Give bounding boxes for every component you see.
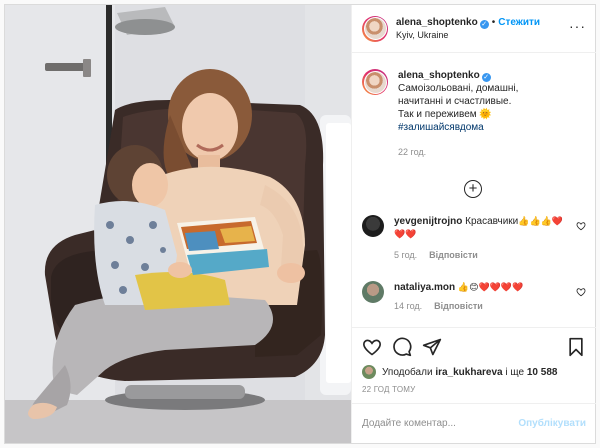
likes-summary: Уподобали ira_kukhareva і ще 10 588: [362, 365, 557, 379]
heart-icon[interactable]: [362, 337, 382, 357]
more-options-icon[interactable]: ···: [569, 19, 586, 33]
comment-input[interactable]: [362, 418, 519, 429]
liker-avatar[interactable]: [362, 365, 376, 379]
likes-prefix: Уподобали: [382, 366, 433, 378]
action-bar: [352, 327, 596, 363]
post-photo[interactable]: [5, 5, 351, 443]
comment-emoji: 👍😊❤️❤️❤️❤️: [457, 282, 524, 292]
post-details-panel: alena_shoptenko ✓ • Стежити Kyiv, Ukraine ·…: [351, 5, 596, 443]
add-circle-icon[interactable]: +: [464, 180, 482, 198]
commenter-avatar[interactable]: [362, 215, 384, 237]
caption-line: Самоізольовані, домашні,: [398, 83, 519, 94]
caption-line: начитанні и счастливые.: [398, 96, 512, 107]
heart-icon[interactable]: [576, 221, 586, 231]
likes-count[interactable]: 10 588: [527, 367, 558, 378]
reply-button[interactable]: Відповісти: [434, 301, 483, 311]
verified-icon: ✓: [481, 73, 491, 82]
caption-line: Так и переживем: [398, 109, 477, 120]
caption-time[interactable]: 22 год.: [398, 146, 518, 159]
commenter-username[interactable]: nataliya.mon: [394, 282, 455, 293]
comment-item: nataliya.mon 👍😊❤️❤️❤️❤️ 14 год. Відповіст…: [362, 281, 588, 313]
verified-icon: ✓: [479, 19, 489, 29]
post: alena_shoptenko ✓ • Стежити Kyiv, Ukraine ·…: [4, 4, 596, 444]
publish-button[interactable]: Опублікувати: [518, 418, 586, 429]
comment-icon[interactable]: [392, 337, 412, 357]
heart-icon[interactable]: [576, 287, 586, 297]
commenter-avatar[interactable]: [362, 281, 384, 303]
author-info: alena_shoptenko ✓ • Стежити Kyiv, Ukraine: [396, 17, 540, 41]
post-caption: alena_shoptenko ✓ Самоізольовані, домашні…: [362, 69, 588, 159]
post-location[interactable]: Kyiv, Ukraine: [396, 29, 540, 41]
comment-item: yevgenijtrojno Красавчики👍👍👍❤️❤️❤️ 5 год…: [362, 215, 588, 262]
author-avatar[interactable]: [362, 15, 388, 42]
caption-username[interactable]: alena_shoptenko: [398, 70, 480, 81]
sun-emoji: 🌞: [479, 109, 492, 120]
add-comment-bar: Опублікувати: [352, 403, 596, 443]
commenter-username[interactable]: yevgenijtrojno: [394, 216, 462, 227]
bookmark-icon[interactable]: [566, 337, 586, 357]
reply-button[interactable]: Відповісти: [429, 250, 478, 260]
author-username[interactable]: alena_shoptenko: [396, 17, 478, 28]
follow-button[interactable]: Стежити: [498, 17, 540, 28]
comment-time[interactable]: 5 год.: [394, 250, 417, 260]
comment-text: Красавчики: [465, 216, 519, 227]
share-icon[interactable]: [422, 337, 442, 357]
caption-avatar[interactable]: [362, 69, 388, 95]
separator-dot: •: [491, 16, 496, 28]
likes-suffix: і ще: [505, 366, 525, 378]
post-timestamp[interactable]: 22 ГОД ТОМУ: [362, 385, 415, 394]
photo-illustration: [5, 5, 351, 443]
liker-username[interactable]: ira_kukhareva: [435, 367, 502, 378]
comment-time[interactable]: 14 год.: [394, 301, 422, 311]
caption-hashtag[interactable]: #залишайсявдома: [398, 121, 518, 134]
post-header: alena_shoptenko ✓ • Стежити Kyiv, Ukraine ·…: [352, 5, 596, 53]
